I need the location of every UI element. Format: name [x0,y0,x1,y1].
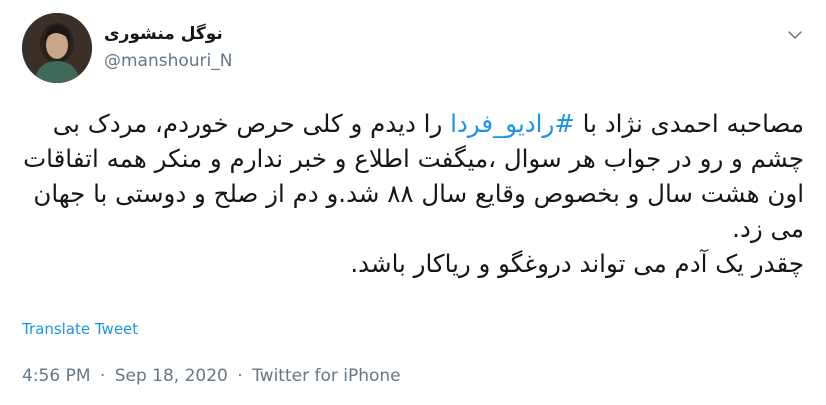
tweet-metadata: 4:56 PM · Sep 18, 2020 · Twitter for iPh… [22,366,401,386]
tweet-source[interactable]: Twitter for iPhone [252,366,401,386]
display-name[interactable]: نوگل منشوری [104,24,223,44]
chevron-down-icon[interactable] [786,26,804,44]
tweet-time[interactable]: 4:56 PM [22,366,91,386]
tweet-date[interactable]: Sep 18, 2020 [115,366,228,386]
user-handle[interactable]: @manshouri_N [104,51,233,71]
tweet-card: نوگل منشوری @manshouri_N مصاحبه احمدی نژ… [0,0,826,405]
translate-tweet-link[interactable]: Translate Tweet [22,320,138,338]
meta-separator: · [237,366,243,386]
meta-separator: · [99,366,106,386]
tweet-text: مصاحبه احمدی نژاد با #رادیو_فردا را دیدم… [22,106,804,281]
avatar[interactable] [22,13,92,83]
avatar-photo [22,13,92,83]
tweet-text-part: مصاحبه احمدی نژاد با [574,109,804,138]
hashtag-link[interactable]: #رادیو_فردا [450,109,575,138]
